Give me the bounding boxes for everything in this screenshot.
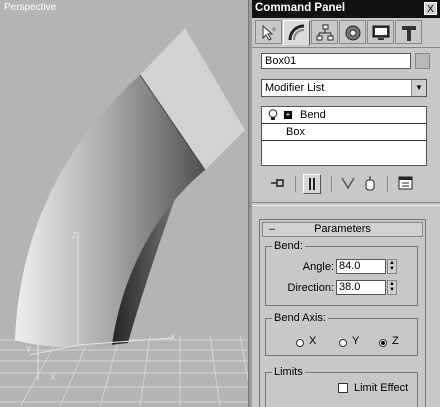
modifier-list-dropdown[interactable]: Modifier List ▼ [261, 79, 427, 97]
command-panel: Command Panel X Box01 Modifier List ▼ + … [252, 0, 440, 407]
angle-input[interactable]: 84.0 [336, 259, 386, 274]
stack-item-label: Bend [300, 109, 326, 121]
modifier-list-label: Modifier List [265, 82, 325, 94]
angle-spinner-arrows[interactable]: ▲ ▼ [387, 259, 397, 274]
radio-y-label: Y [352, 335, 360, 347]
limit-effect-checkbox[interactable] [338, 383, 348, 393]
tab-hierarchy[interactable] [311, 20, 338, 44]
radio-z[interactable] [379, 339, 387, 347]
stack-item-bend[interactable]: + Bend [262, 107, 426, 123]
display-monitor-icon [372, 25, 390, 40]
limit-effect-label: Limit Effect [354, 382, 409, 394]
tab-utilities[interactable] [395, 20, 422, 44]
expand-plus-icon[interactable]: + [284, 111, 292, 119]
radio-x[interactable] [296, 339, 304, 347]
tab-display[interactable] [367, 20, 394, 44]
chevron-down-icon[interactable]: ▼ [411, 80, 426, 96]
configure-sets-icon [398, 176, 413, 190]
radio-y[interactable] [339, 339, 347, 347]
divider [252, 47, 440, 48]
svg-text:X: X [50, 373, 56, 382]
parameters-rollout: – Parameters Bend: Angle: 84.0 ▲ ▼ Direct… [259, 219, 426, 407]
object-name-field[interactable]: Box01 [261, 53, 411, 69]
command-panel-title: Command Panel [255, 2, 346, 14]
svg-text:X: X [170, 333, 176, 342]
limits-group: Limits Limit Effect [265, 366, 418, 407]
direction-label: Direction: [287, 282, 334, 294]
utilities-hammer-icon [402, 26, 416, 41]
show-end-result-icon [309, 178, 315, 190]
divider [252, 202, 440, 203]
tab-create[interactable] [255, 20, 282, 44]
lightbulb-icon[interactable] [268, 109, 278, 121]
radio-x-label: X [309, 335, 317, 347]
motion-icon [345, 25, 361, 41]
object-color-swatch[interactable] [415, 53, 430, 69]
pin-stack-button[interactable] [269, 174, 287, 194]
configure-modifier-sets-button[interactable] [397, 174, 415, 194]
bend-group-title: Bend: [272, 240, 305, 252]
direction-input[interactable]: 38.0 [336, 280, 386, 295]
stack-item-label: Box [286, 126, 305, 138]
direction-spinner-arrows[interactable]: ▲ ▼ [387, 280, 397, 295]
command-panel-titlebar[interactable]: Command Panel X [252, 0, 440, 18]
tab-motion[interactable] [339, 20, 366, 44]
bend-axis-group: Bend Axis: X Y Z [265, 312, 418, 356]
toolbar-separator [387, 176, 388, 192]
parameters-rollout-header[interactable]: – Parameters [262, 222, 423, 237]
divider [252, 205, 440, 206]
svg-text:Y: Y [26, 345, 32, 354]
angle-label: Angle: [302, 261, 334, 273]
rollout-title: Parameters [314, 223, 371, 235]
create-pointer-icon [262, 24, 276, 41]
svg-text:Z: Z [72, 231, 77, 240]
viewport-label[interactable]: Perspective [4, 2, 56, 13]
stack-toolbar [261, 174, 431, 196]
modifier-stack: + Bend Box [261, 106, 427, 166]
remove-modifier-icon [365, 176, 375, 191]
close-icon[interactable]: X [424, 2, 437, 15]
stack-item-box[interactable]: Box [262, 123, 426, 141]
remove-modifier-button[interactable] [361, 174, 379, 194]
pin-icon [271, 179, 284, 187]
make-unique-icon [341, 177, 355, 190]
hierarchy-icon [316, 24, 334, 41]
make-unique-button[interactable] [339, 174, 357, 194]
bend-group: Bend: Angle: 84.0 ▲ ▼ Direction: 38.0 ▲ ▼ [265, 240, 418, 306]
bend-axis-group-title: Bend Axis: [272, 312, 328, 324]
viewport-scene: Z X Y X [0, 28, 248, 407]
toolbar-separator [331, 176, 332, 192]
command-panel-tabs [253, 20, 439, 46]
limits-group-title: Limits [272, 366, 305, 378]
ground-grid [0, 334, 248, 407]
toolbar-separator [295, 176, 296, 192]
perspective-viewport[interactable]: Z X Y X Perspective [0, 0, 248, 407]
modify-arc-icon [288, 24, 305, 41]
tab-modify[interactable] [283, 20, 310, 46]
radio-z-label: Z [392, 335, 399, 347]
show-end-result-button[interactable] [303, 174, 321, 194]
